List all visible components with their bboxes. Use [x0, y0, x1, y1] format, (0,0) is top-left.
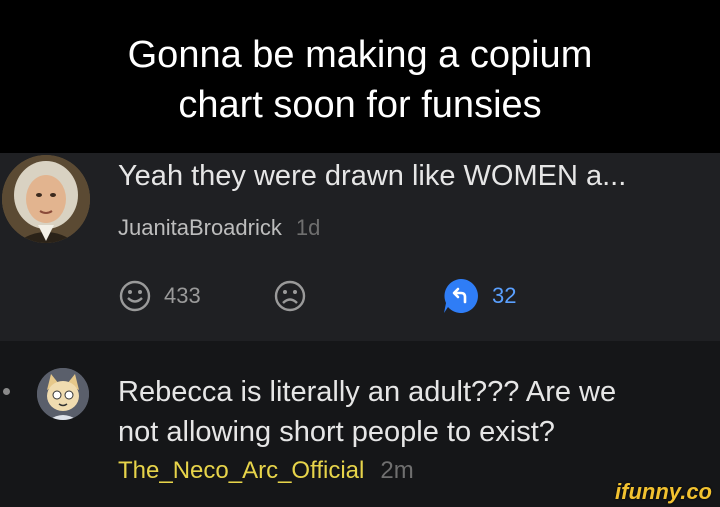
- comment-1-text: Yeah they were drawn like WOMEN a...: [118, 160, 627, 192]
- smile-icon: [119, 280, 151, 312]
- frown-icon: [274, 280, 306, 312]
- comment-2-time: 2m: [380, 457, 414, 484]
- unsmile-react-button[interactable]: [273, 278, 307, 314]
- comment-1-time: 1d: [295, 215, 321, 240]
- smile-count: 433: [164, 283, 201, 308]
- reply-count: 32: [492, 283, 517, 308]
- portrait-avatar-icon: [2, 155, 90, 243]
- comment-2-meta: The_Neco_Arc_Official 2m: [118, 457, 414, 485]
- replies-button[interactable]: 32: [442, 278, 516, 314]
- ifunny-watermark: ifunny.co: [615, 479, 712, 504]
- thread-dot: [3, 388, 10, 395]
- user-avatar-neco-arc[interactable]: [37, 368, 89, 420]
- caption-line-2: chart soon for funsies: [178, 84, 542, 126]
- reply-bubble-icon: [444, 279, 478, 313]
- comment-1-username[interactable]: JuanitaBroadrick: [118, 215, 282, 240]
- smile-react-button[interactable]: 433: [118, 278, 201, 314]
- comment-2-text: Rebecca is literally an adult??? Are we …: [118, 372, 718, 452]
- meme-caption: Gonna be making a copium chart soon for …: [0, 0, 720, 153]
- comment-2-username[interactable]: The_Neco_Arc_Official: [118, 457, 364, 484]
- comment-2-text-line-1: Rebecca is literally an adult??? Are we: [118, 376, 617, 408]
- comment-1-meta: JuanitaBroadrick 1d: [118, 215, 320, 241]
- comment-2-text-line-2: not allowing short people to exist?: [118, 416, 555, 448]
- user-avatar-juanita[interactable]: [2, 155, 90, 243]
- caption-line-1: Gonna be making a copium: [127, 34, 593, 76]
- cat-avatar-icon: [37, 368, 89, 420]
